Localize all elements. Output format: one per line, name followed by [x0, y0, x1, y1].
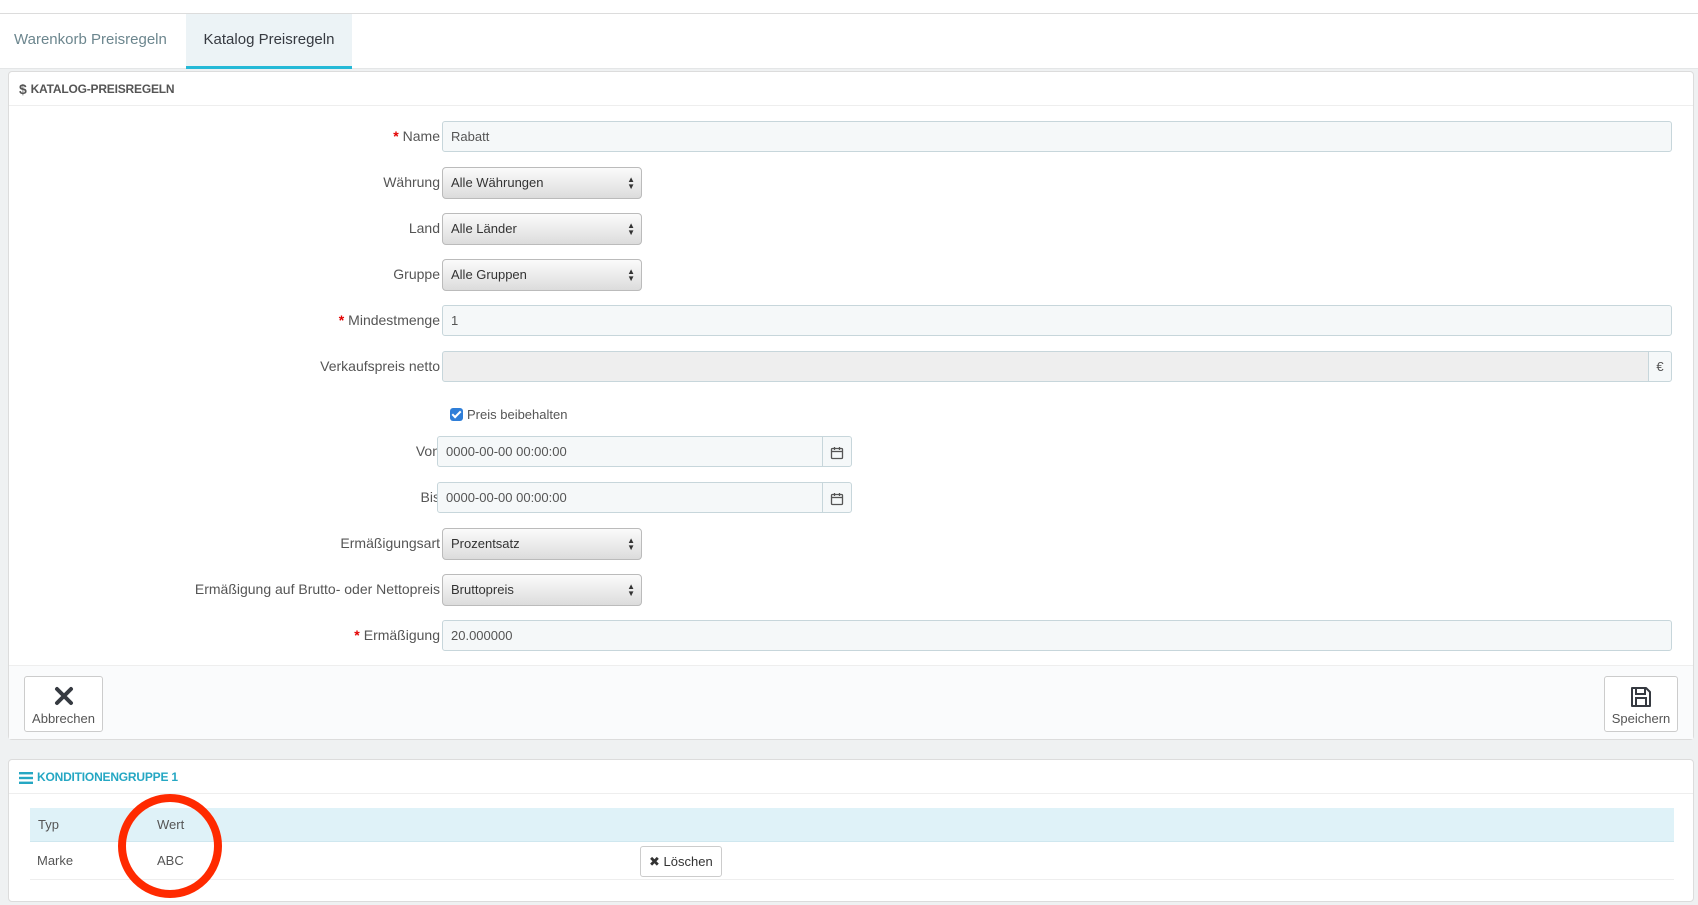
table-row: Marke ABC ✖ Löschen — [30, 842, 1674, 880]
country-select[interactable]: Alle Länder ▲ ▼ — [442, 213, 642, 245]
keep-price-row: Preis beibehalten — [450, 406, 567, 422]
name-input[interactable]: Rabatt — [442, 121, 1672, 152]
column-type-header: Typ — [38, 817, 59, 832]
row-reduction: * Ermäßigung 20.000000 — [9, 620, 1695, 651]
reduction-tax-select[interactable]: Bruttopreis ▲ ▼ — [442, 574, 642, 606]
required-marker: * — [393, 128, 399, 144]
min-qty-input[interactable]: 1 — [442, 305, 1672, 336]
conditions-table: Typ Wert Marke ABC ✖ Löschen — [30, 808, 1674, 880]
cancel-button[interactable]: Abbrechen — [24, 676, 103, 732]
row-country: Land Alle Länder ▲ ▼ — [9, 213, 1695, 245]
min-qty-label: * Mindestmenge — [338, 312, 440, 328]
from-date-input[interactable]: 0000-00-00 00:00:00 — [437, 436, 823, 467]
keep-price-label: Preis beibehalten — [467, 407, 568, 423]
delete-icon: ✖ — [649, 854, 660, 869]
calendar-icon[interactable] — [822, 482, 852, 513]
reduction-type-select[interactable]: Prozentsatz ▲ ▼ — [442, 528, 642, 560]
dollar-icon: $ — [19, 80, 27, 97]
cancel-label: Abbrechen — [32, 711, 95, 726]
euro-addon: € — [1648, 351, 1672, 382]
group-select[interactable]: Alle Gruppen ▲ ▼ — [442, 259, 642, 291]
price-net-input[interactable] — [442, 351, 1649, 382]
row-from: Von 0000-00-00 00:00:00 — [9, 436, 1695, 467]
currency-select[interactable]: Alle Währungen ▲ ▼ — [442, 167, 642, 199]
condition-value: ABC — [157, 853, 184, 868]
calendar-icon[interactable] — [822, 436, 852, 467]
column-value-header: Wert — [157, 817, 185, 832]
panel-footer: Abbrechen Speichern — [9, 665, 1693, 739]
close-icon — [25, 685, 102, 709]
row-to: Bis 0000-00-00 00:00:00 — [9, 482, 1695, 513]
top-strip — [0, 0, 1698, 14]
to-date-input[interactable]: 0000-00-00 00:00:00 — [437, 482, 823, 513]
required-marker: * — [338, 312, 345, 328]
row-name: * Name Rabatt — [9, 121, 1695, 152]
required-marker: * — [354, 627, 360, 643]
delete-condition-button[interactable]: ✖ Löschen — [640, 846, 722, 877]
save-label: Speichern — [1611, 711, 1671, 726]
panel-title: Katalog-Preisregeln — [30, 81, 175, 96]
row-group: Gruppe Alle Gruppen ▲ ▼ — [9, 259, 1695, 291]
reduction-type-label: Ermäßigungsart — [340, 535, 440, 551]
catalog-rule-panel: $ Katalog-Preisregeln * Name Rabatt Währu… — [8, 71, 1694, 740]
select-arrows-icon: ▲ ▼ — [627, 536, 635, 552]
select-arrows-icon: ▲ ▼ — [627, 267, 635, 283]
tab-bar: Warenkorb Preisregeln Katalog Preisregel… — [0, 14, 1698, 69]
list-icon — [19, 769, 33, 785]
price-net-label: Verkaufspreis netto — [320, 358, 440, 374]
reduction-tax-label: Ermäßigung auf Brutto- oder Nettopreis — [194, 581, 440, 597]
table-header: Typ Wert — [30, 808, 1674, 842]
condition-panel-title: Konditionengruppe 1 — [37, 769, 178, 784]
select-arrows-icon: ▲ ▼ — [627, 175, 635, 191]
save-icon — [1605, 685, 1677, 709]
condition-group-panel: Konditionengruppe 1 Typ Wert Marke ABC ✖… — [8, 759, 1694, 902]
save-button[interactable]: Speichern — [1604, 676, 1678, 732]
condition-panel-header: Konditionengruppe 1 — [9, 760, 1693, 794]
delete-label: Löschen — [663, 854, 713, 869]
country-label: Land — [408, 220, 440, 236]
select-arrows-icon: ▲ ▼ — [627, 221, 635, 237]
currency-label: Währung — [383, 174, 440, 190]
group-label: Gruppe — [393, 266, 440, 282]
row-price-net: Verkaufspreis netto € — [9, 351, 1695, 382]
select-arrows-icon: ▲ ▼ — [627, 582, 635, 598]
name-label: * Name — [393, 128, 440, 144]
condition-type: Marke — [37, 853, 74, 868]
row-currency: Währung Alle Währungen ▲ ▼ — [9, 167, 1695, 199]
reduction-input[interactable]: 20.000000 — [442, 620, 1672, 651]
panel-header: $ Katalog-Preisregeln — [9, 72, 1693, 106]
keep-price-checkbox[interactable] — [450, 408, 463, 422]
row-reduction-type: Ermäßigungsart Prozentsatz ▲ ▼ — [9, 528, 1695, 560]
tab-catalog-rules[interactable]: Katalog Preisregeln — [186, 14, 352, 69]
reduction-label: * Ermäßigung — [354, 627, 440, 643]
row-min-qty: * Mindestmenge 1 — [9, 305, 1695, 336]
tab-cart-rules[interactable]: Warenkorb Preisregeln — [0, 14, 181, 69]
row-reduction-tax: Ermäßigung auf Brutto- oder Nettopreis B… — [9, 574, 1695, 606]
